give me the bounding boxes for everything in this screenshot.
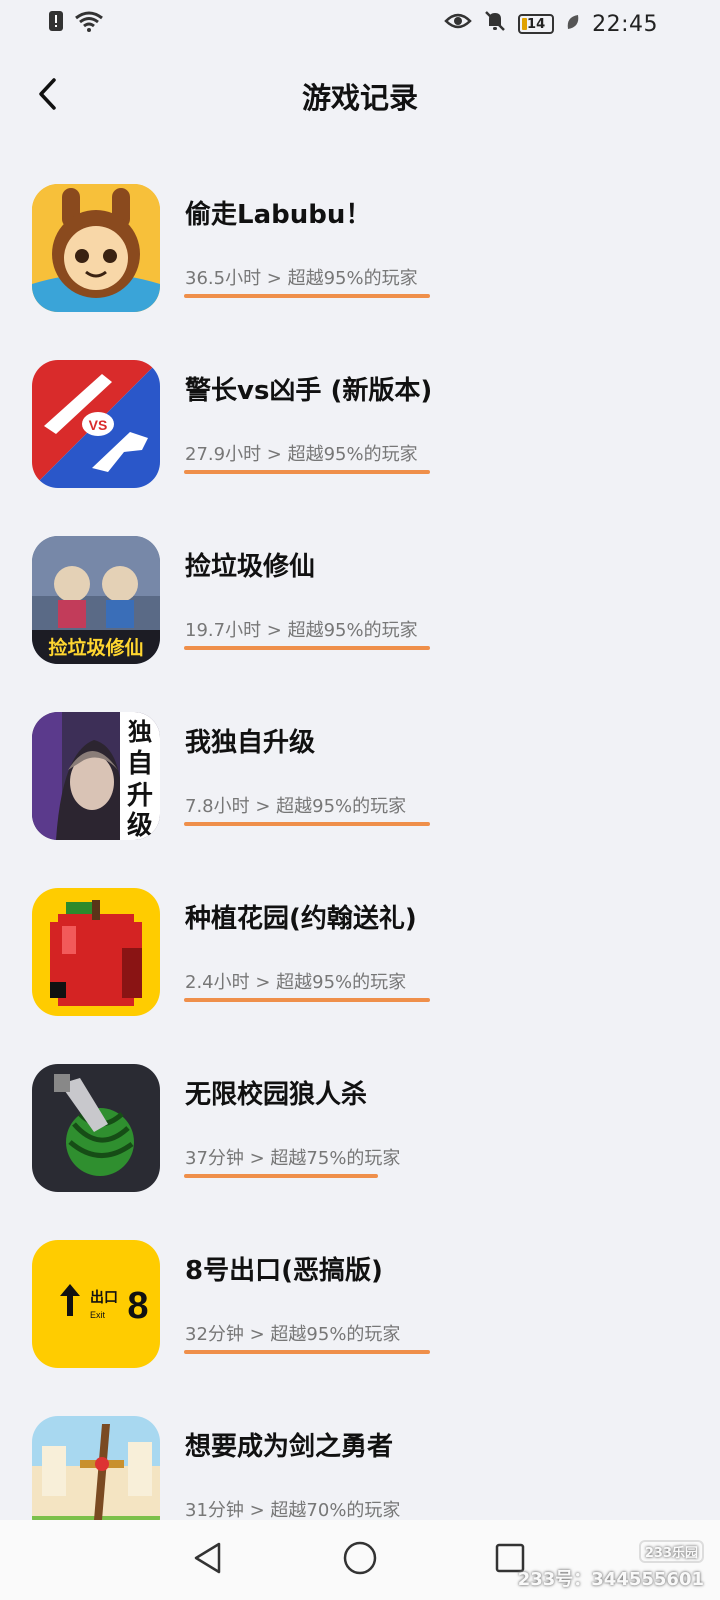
game-icon-campus-werewolf xyxy=(32,1064,160,1192)
icon-title: 捡垃圾修仙 xyxy=(48,636,143,659)
icon-char-2: 自 xyxy=(127,748,153,779)
game-name: 种植花园(约翰送礼) xyxy=(185,904,417,934)
leaf-icon xyxy=(566,12,580,37)
game-icon-labubu xyxy=(32,184,160,312)
game-icon-sheriff-vs-killer: VS xyxy=(32,360,160,488)
game-item[interactable]: 无限校园狼人杀 37分钟 > 超越75%的玩家 xyxy=(0,1056,720,1232)
page-title: 游戏记录 xyxy=(301,81,418,115)
game-name: 捡垃圾修仙 xyxy=(185,552,316,582)
game-item[interactable]: 偷走Labubu！ 36.5小时 > 超越95%的玩家 xyxy=(0,176,720,352)
back-button[interactable] xyxy=(28,76,68,116)
game-item[interactable]: VS 警长vs凶手 (新版本) 27.9小时 > 超越95%的玩家 xyxy=(0,352,720,528)
battery-level: 14 xyxy=(527,16,546,32)
game-playtime: 31分钟 > 超越70%的玩家 xyxy=(185,1500,401,1521)
playtime-bar xyxy=(184,294,430,298)
circle-home-icon xyxy=(342,1540,378,1580)
mute-icon xyxy=(484,10,506,38)
icon-char-1: 独 xyxy=(128,718,152,746)
page-header: 游戏记录 xyxy=(0,60,720,132)
chevron-left-icon xyxy=(36,77,60,115)
game-icon-grow-garden xyxy=(32,888,160,1016)
game-icon-solo-leveling: 独 自 升 级 xyxy=(32,712,160,840)
game-playtime: 7.8小时 > 超越95%的玩家 xyxy=(185,796,407,817)
game-name: 想要成为剑之勇者 xyxy=(185,1432,394,1462)
exit-number: 8 xyxy=(127,1285,148,1327)
icon-char-3: 升 xyxy=(127,781,153,811)
game-item[interactable]: 出口 Exit 8 8号出口(恶搞版) 32分钟 > 超越95%的玩家 xyxy=(0,1232,720,1408)
game-playtime: 37分钟 > 超越75%的玩家 xyxy=(185,1148,401,1169)
playtime-bar xyxy=(184,1174,378,1178)
watermark-id: 233号：344555601 xyxy=(517,1569,704,1590)
playtime-bar xyxy=(184,998,430,1002)
game-name: 偷走Labubu！ xyxy=(185,200,372,230)
status-time: 22:45 xyxy=(592,11,658,37)
eye-icon xyxy=(444,11,472,37)
playtime-bar xyxy=(184,1350,430,1354)
exit-label: 出口 xyxy=(90,1289,118,1306)
game-playtime: 27.9小时 > 超越95%的玩家 xyxy=(185,444,418,465)
game-item[interactable]: 种植花园(约翰送礼) 2.4小时 > 超越95%的玩家 xyxy=(0,880,720,1056)
game-name: 8号出口(恶搞版) xyxy=(185,1256,383,1286)
game-icon-trash-cultivation: 捡垃圾修仙 xyxy=(32,536,160,664)
battery-icon: 14 xyxy=(518,14,555,34)
game-playtime: 19.7小时 > 超越95%的玩家 xyxy=(185,620,418,641)
game-item[interactable]: 捡垃圾修仙 捡垃圾修仙 19.7小时 > 超越95%的玩家 xyxy=(0,528,720,704)
icon-char-4: 级 xyxy=(127,810,153,840)
nav-back-button[interactable] xyxy=(186,1538,230,1582)
game-name: 警长vs凶手 (新版本) xyxy=(185,376,433,406)
game-name: 我独自升级 xyxy=(185,728,316,758)
wifi-icon xyxy=(74,10,104,38)
triangle-back-icon xyxy=(191,1541,225,1579)
exit-sublabel: Exit xyxy=(90,1310,106,1320)
game-record-list: 偷走Labubu！ 36.5小时 > 超越95%的玩家 VS 警长vs凶手 (新… xyxy=(0,176,720,1584)
game-icon-exit-8: 出口 Exit 8 xyxy=(32,1240,160,1368)
game-playtime: 32分钟 > 超越95%的玩家 xyxy=(185,1324,401,1345)
status-right: 14 22:45 xyxy=(444,10,658,38)
status-left xyxy=(48,10,104,38)
vs-label: VS xyxy=(89,417,108,433)
game-item[interactable]: 独 自 升 级 我独自升级 7.8小时 > 超越95%的玩家 xyxy=(0,704,720,880)
alert-icon xyxy=(48,10,64,38)
playtime-bar xyxy=(184,470,430,474)
playtime-bar xyxy=(184,822,430,826)
watermark-logo: 233乐园 xyxy=(638,1540,704,1563)
game-playtime: 2.4小时 > 超越95%的玩家 xyxy=(185,972,407,993)
watermark: 233乐园 233号：344555601 xyxy=(518,1540,704,1591)
status-bar: 14 22:45 xyxy=(0,0,720,48)
game-playtime: 36.5小时 > 超越95%的玩家 xyxy=(185,268,418,289)
nav-home-button[interactable] xyxy=(338,1538,382,1582)
game-name: 无限校园狼人杀 xyxy=(185,1080,368,1110)
playtime-bar xyxy=(184,646,430,650)
